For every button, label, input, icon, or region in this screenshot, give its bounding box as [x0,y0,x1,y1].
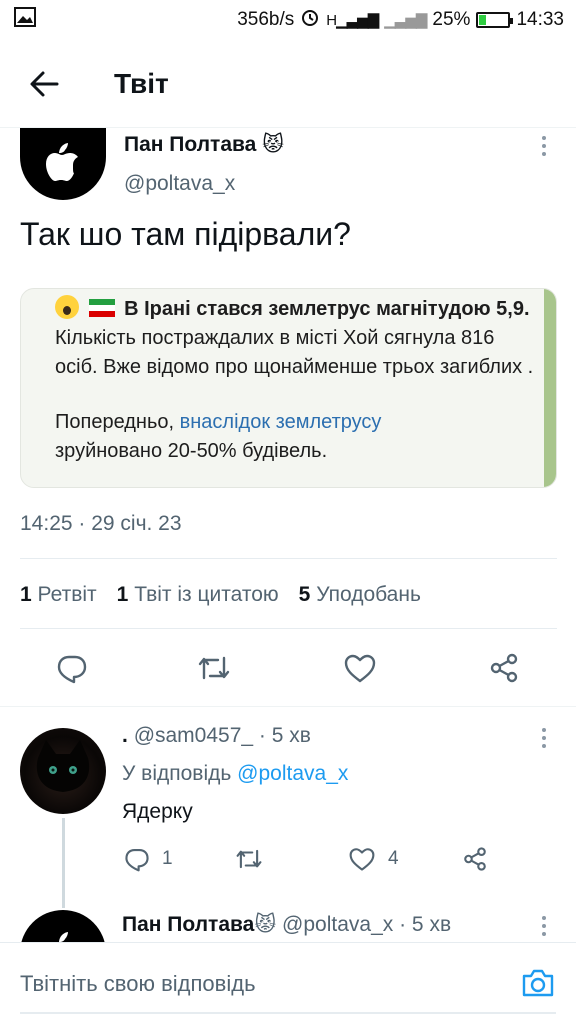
camera-button[interactable] [520,965,556,1001]
composer-underline [20,1012,556,1014]
reply-author-name[interactable]: . [122,724,128,747]
next-author-name[interactable]: Пан Полтава [122,913,254,936]
embedded-image-text: В Ірані стався землетрус магнітудою 5,9.… [55,295,535,466]
divider [20,628,557,629]
reply-button[interactable] [52,648,92,688]
cat-emoji-icon: 😾 [256,133,285,156]
back-button[interactable] [14,54,74,114]
scream-emoji-icon [55,295,79,319]
reply-count: 1 [162,848,173,869]
like-count: 4 [388,848,399,869]
like-button[interactable] [340,648,380,688]
embedded-image[interactable]: В Ірані стався землетрус магнітудою 5,9.… [20,288,557,488]
next-tweet[interactable]: Пан Полтава😾 @poltava_x · 5 хв [0,896,576,942]
apple-logo-icon [46,143,78,181]
embed-bold-text: В Ірані стався землетрус магнітудою 5,9. [124,298,530,320]
battery-percent: 25% [432,9,471,30]
signal-icon: H▁▃▅▇ [326,12,379,29]
retweet-icon [236,849,262,869]
cat-avatar-icon [36,740,90,792]
tweet-stats: 1 Ретвіт 1 Твіт із цитатою 5 Уподобань [20,583,421,607]
tweet-timestamp[interactable]: 14:25 · 29 січ. 23 [20,512,182,536]
clock: 14:33 [516,9,564,30]
battery-icon [476,12,514,28]
tweet-actions [0,648,576,688]
author-name[interactable]: Пан Полтава 😾 [124,132,284,157]
network-speed: 356b/s [237,9,295,30]
iran-flag-icon [88,299,115,317]
app-header: Твіт [0,40,576,128]
reply-avatar[interactable] [20,728,106,814]
signal-2-icon: ▁▃▅▇ [384,12,427,29]
reply-retweet-button[interactable] [234,844,264,874]
reply-icon [125,849,149,872]
reply-actions: 1 4 [0,844,576,874]
next-author-handle[interactable]: @poltava_x [282,913,393,936]
reply-share-button[interactable] [462,844,488,874]
replying-to: У відповідь @poltava_x [122,762,349,785]
embed-body-text: Кількість постраждалих в місті Хой сягну… [55,327,534,378]
reply-tweet[interactable]: . @sam0457_ · 5 хв У відповідь @poltava_… [0,706,576,908]
reply-author-handle[interactable]: @sam0457_ [134,724,253,747]
share-button[interactable] [484,648,524,688]
reply-like-button[interactable]: 4 [348,844,399,874]
reply-composer [0,942,576,1024]
status-bar: 356b/s H▁▃▅▇ ▁▃▅▇ 25% 14:33 [0,0,576,40]
reply-icon [57,655,87,684]
likes-stat[interactable]: 5 Уподобань [299,583,421,607]
more-options-button[interactable] [534,132,554,160]
retweets-stat[interactable]: 1 Ретвіт [20,583,97,607]
reply-more-options-button[interactable] [534,724,554,752]
camera-icon [522,969,554,997]
embed-para2-prefix: Попередньо, [55,411,180,433]
reply-header: . @sam0457_ · 5 хв [122,724,311,748]
alarm-icon [300,7,320,33]
image-notification-icon [14,7,36,33]
retweet-button[interactable] [194,648,234,688]
tweet-text: Так шо там підірвали? [20,216,351,252]
quotes-stat[interactable]: 1 Твіт із цитатою [117,583,279,607]
image-border [544,289,556,487]
retweet-icon [198,656,230,680]
next-more-options-button[interactable] [534,912,554,940]
next-tweet-time: · 5 хв [399,913,452,936]
embed-link: внаслідок землетрусу [179,411,382,433]
heart-icon [349,848,375,871]
reply-text: Ядерку [122,800,193,823]
next-tweet-header: Пан Полтава😾 @poltava_x · 5 хв [122,912,451,937]
reply-reply-button[interactable]: 1 [124,844,173,874]
next-author-avatar[interactable] [20,910,106,942]
share-icon [464,847,486,871]
author-avatar[interactable] [20,128,106,200]
apple-logo-icon [55,932,70,942]
embed-para2-suffix: зруйновано 20-50% будівель. [55,440,328,462]
cat-emoji-icon: 😾 [254,913,283,936]
reply-time: · 5 хв [258,724,311,747]
divider [20,558,557,559]
share-icon [490,653,518,683]
author-handle[interactable]: @poltava_x [124,172,235,196]
replying-to-handle[interactable]: @poltava_x [237,762,348,785]
page-title: Твіт [114,67,169,99]
arrow-left-icon [30,71,59,96]
heart-icon [344,654,376,683]
